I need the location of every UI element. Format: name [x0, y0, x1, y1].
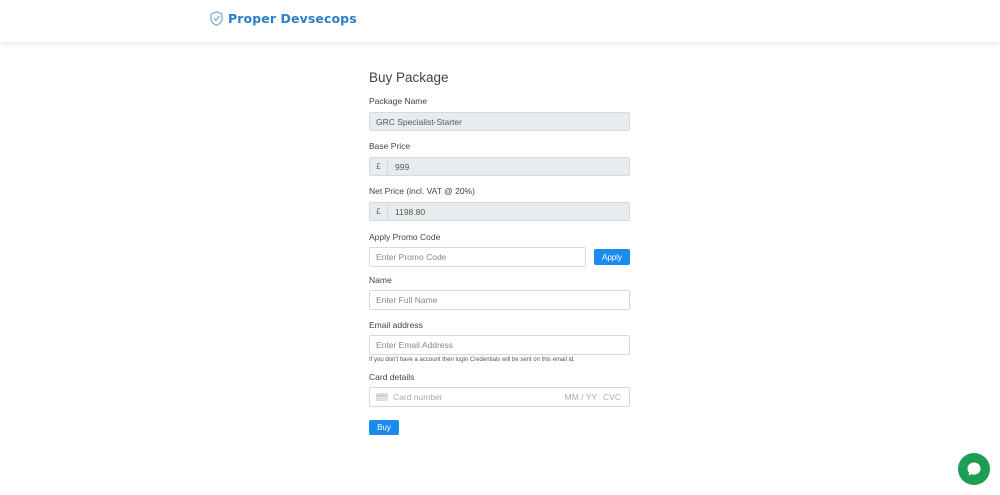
email-hint: If you don't have a account then login C… [369, 357, 575, 363]
top-navbar: Proper Devsecops [0, 0, 1000, 42]
chat-bubble-icon [967, 462, 981, 476]
brand-link[interactable]: Proper Devsecops [210, 11, 357, 26]
promo-code-input[interactable]: Enter Promo Code [369, 247, 586, 267]
currency-prefix: £ [370, 203, 388, 220]
net-price-value: 1198.80 [395, 206, 426, 217]
base-price-value: 999 [395, 161, 410, 172]
shield-logo-icon [210, 11, 223, 26]
card-element[interactable]: Card number MM / YY CVC [369, 387, 630, 407]
credit-card-icon [376, 393, 388, 401]
full-name-input[interactable]: Enter Full Name [369, 290, 630, 310]
card-expiry-input[interactable]: MM / YY [565, 392, 597, 402]
chat-button[interactable] [958, 453, 990, 485]
brand-name: Proper Devsecops [228, 11, 357, 26]
package-name-value: GRC Specialist-Starter [376, 116, 462, 127]
base-price-label: Base Price [369, 141, 411, 151]
net-price-field: £ 1198.80 [369, 202, 630, 221]
base-price-field: £ 999 [369, 157, 630, 176]
name-label: Name [369, 275, 392, 285]
page-title: Buy Package [369, 70, 449, 85]
buy-package-form: Buy Package Package Name GRC Specialist-… [369, 70, 631, 435]
currency-prefix: £ [370, 158, 388, 175]
card-details-label: Card details [369, 372, 415, 382]
promo-code-label: Apply Promo Code [369, 232, 441, 242]
card-extras: MM / YY CVC [565, 392, 621, 402]
net-price-label: Net Price (incl. VAT @ 20%) [369, 186, 475, 196]
buy-button[interactable]: Buy [369, 420, 399, 435]
card-cvc-input[interactable]: CVC [603, 392, 621, 402]
email-input[interactable]: Enter Email Address [369, 335, 630, 355]
email-label: Email address [369, 320, 423, 330]
package-name-label: Package Name [369, 96, 428, 106]
promo-row: Enter Promo Code Apply [369, 247, 630, 267]
package-name-field: GRC Specialist-Starter [369, 112, 630, 131]
card-number-input[interactable]: Card number [393, 392, 565, 402]
apply-button[interactable]: Apply [594, 249, 630, 265]
